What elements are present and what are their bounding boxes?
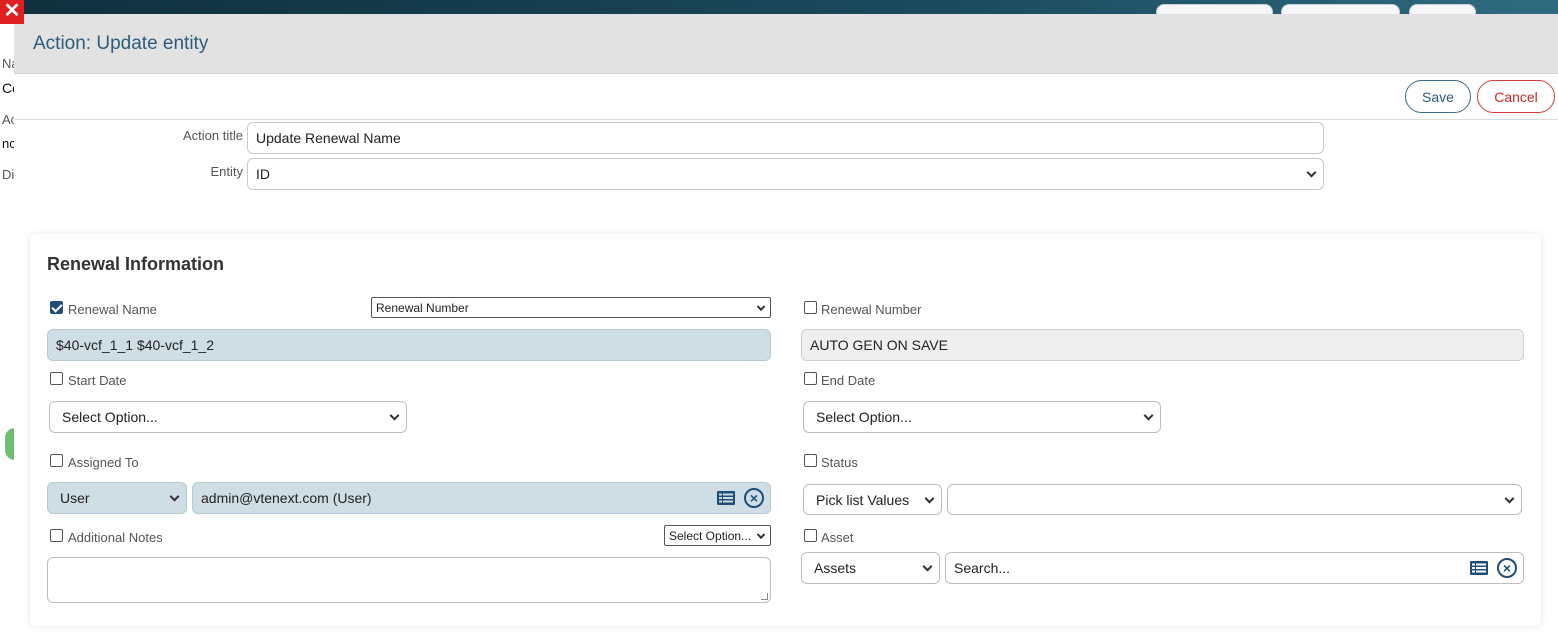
background-text: Di	[2, 167, 14, 182]
chevron-down-icon	[1504, 493, 1515, 504]
chevron-down-icon	[922, 561, 933, 572]
chevron-down-icon	[924, 493, 935, 504]
renewal-information-card: Renewal Information Renewal Name Renewal…	[30, 234, 1541, 626]
background-text: Co	[2, 80, 14, 96]
cancel-button[interactable]: Cancel	[1477, 80, 1555, 113]
renewal-number-value: AUTO GEN ON SAVE	[810, 337, 948, 353]
asset-search-input[interactable]: Search... ×	[945, 552, 1524, 584]
action-title-value: Update Renewal Name	[256, 130, 401, 146]
additional-notes-mapping-select[interactable]: Select Option...	[664, 525, 771, 546]
renewal-name-value: $40-vcf_1_1 $40-vcf_1_2	[56, 337, 214, 353]
clear-icon[interactable]: ×	[1497, 558, 1517, 578]
asset-checkbox[interactable]	[804, 529, 817, 542]
renewal-name-label: Renewal Name	[68, 302, 157, 317]
chevron-down-icon	[1143, 410, 1154, 421]
additional-notes-label: Additional Notes	[68, 530, 163, 545]
end-date-value: Select Option...	[816, 409, 912, 425]
assigned-to-value: admin@vtenext.com (User)	[201, 490, 372, 506]
asset-search-placeholder: Search...	[954, 560, 1011, 576]
start-date-label: Start Date	[68, 373, 127, 388]
list-icon[interactable]	[717, 491, 735, 505]
resize-handle-icon[interactable]	[761, 593, 768, 600]
asset-label: Asset	[821, 530, 854, 545]
status-value-select[interactable]	[947, 484, 1522, 515]
list-icon[interactable]	[1470, 561, 1488, 575]
end-date-select[interactable]: Select Option...	[803, 401, 1161, 433]
additional-notes-checkbox[interactable]	[50, 529, 63, 542]
entity-label: Entity	[210, 164, 243, 179]
assigned-to-type-select[interactable]: User	[47, 482, 187, 514]
status-type-select[interactable]: Pick list Values	[803, 484, 942, 515]
chevron-down-icon	[756, 530, 766, 539]
renewal-name-mapping-value: Renewal Number	[376, 300, 469, 315]
start-date-select[interactable]: Select Option...	[49, 401, 407, 433]
renewal-name-mapping-select[interactable]: Renewal Number	[371, 297, 771, 318]
additional-notes-mapping-value: Select Option...	[669, 528, 752, 543]
entity-value: ID	[256, 166, 270, 182]
renewal-name-input[interactable]: $40-vcf_1_1 $40-vcf_1_2	[47, 329, 771, 361]
clear-icon[interactable]: ×	[744, 488, 764, 508]
update-entity-modal: Action: Update entity Save Cancel Action…	[14, 14, 1558, 638]
background-sidebar: Na Co Ac nc Di	[0, 14, 14, 638]
status-label: Status	[821, 455, 858, 470]
end-date-checkbox[interactable]	[804, 372, 817, 385]
chevron-down-icon	[756, 302, 766, 311]
asset-type-select[interactable]: Assets	[801, 552, 940, 584]
background-text: Ac	[2, 112, 14, 127]
asset-type-value: Assets	[814, 560, 857, 576]
modal-header: Action: Update entity	[14, 14, 1558, 74]
status-checkbox[interactable]	[804, 454, 817, 467]
assigned-to-type-value: User	[60, 490, 90, 506]
renewal-number-label: Renewal Number	[821, 302, 922, 317]
background-text: Na	[2, 56, 14, 71]
assigned-to-input[interactable]: admin@vtenext.com (User) ×	[192, 482, 771, 514]
chevron-down-icon	[1306, 167, 1317, 178]
section-title: Renewal Information	[47, 254, 225, 274]
assigned-to-checkbox[interactable]	[50, 454, 63, 467]
entity-select[interactable]: ID	[247, 158, 1324, 190]
renewal-number-input: AUTO GEN ON SAVE	[801, 329, 1524, 361]
chevron-down-icon	[169, 491, 180, 502]
start-date-value: Select Option...	[62, 409, 158, 425]
assigned-to-label: Assigned To	[68, 455, 139, 470]
status-type-value: Pick list Values	[816, 491, 910, 508]
chevron-down-icon	[389, 410, 400, 421]
renewal-number-checkbox[interactable]	[804, 301, 817, 314]
end-date-label: End Date	[821, 373, 876, 388]
additional-notes-textarea[interactable]	[47, 557, 771, 603]
background-text: nc	[2, 136, 14, 151]
action-title-input[interactable]: Update Renewal Name	[247, 122, 1324, 154]
renewal-name-checkbox[interactable]	[50, 301, 63, 314]
save-button[interactable]: Save	[1405, 80, 1471, 113]
close-icon[interactable]: ✕	[0, 0, 24, 24]
modal-toolbar: Save Cancel	[14, 74, 1558, 120]
modal-title: Action: Update entity	[33, 32, 209, 54]
start-date-checkbox[interactable]	[50, 372, 63, 385]
action-title-label: Action title	[183, 128, 243, 143]
